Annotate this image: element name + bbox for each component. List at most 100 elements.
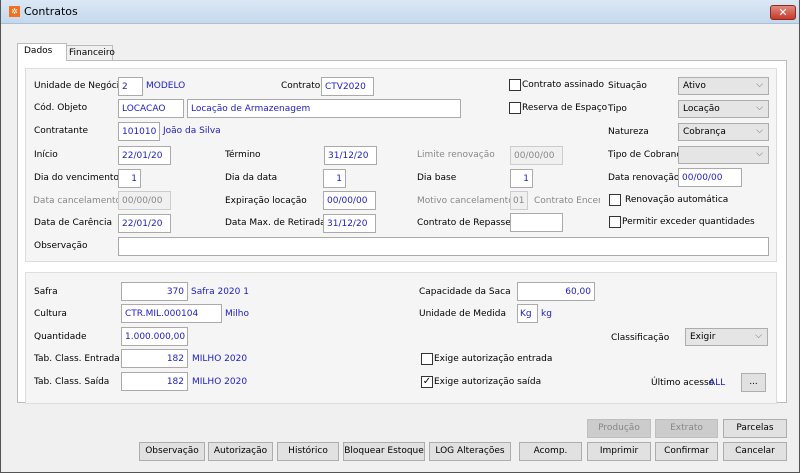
ultimo-acesso-value: ALL (709, 378, 726, 388)
checkmark-icon: ✓ (421, 376, 433, 388)
carencia-input[interactable]: 22/01/20 (118, 214, 171, 233)
producao-button[interactable]: Produção (587, 419, 651, 438)
limite-input: 00/00/00 (510, 146, 563, 165)
tipo-label: Tipo (608, 104, 627, 114)
unidade-medida-input[interactable]: Kg (517, 304, 538, 323)
saida-label: Tab. Class. Saída (34, 377, 110, 387)
cancelar-button[interactable]: Cancelar (723, 442, 787, 461)
carencia-label: Data de Carência (34, 218, 112, 228)
max-retirada-input[interactable]: 31/12/20 (323, 214, 376, 233)
data-cancel-input: 00/00/00 (118, 191, 171, 210)
close-button[interactable]: ✕ (770, 5, 796, 20)
termino-input[interactable]: 31/12/20 (324, 146, 377, 165)
contratante-label: Contratante (34, 126, 89, 136)
quantidade-label: Quantidade (34, 332, 87, 342)
saida-input[interactable]: 182 (121, 372, 188, 391)
contrato-assinado-checkbox[interactable]: Contrato assinado (509, 79, 604, 91)
reserva-checkbox[interactable]: Reserva de Espaço (509, 102, 607, 114)
quantidade-input[interactable]: 1.000.000,00 (121, 327, 188, 346)
dia-data-input[interactable]: 1 (323, 169, 346, 188)
aut-saida-checkbox[interactable]: ✓ Exige autorização saída (421, 376, 541, 388)
autorizacao-button[interactable]: Autorização (208, 442, 273, 461)
bloquear-estoque-button[interactable]: Bloquear Estoque (343, 442, 425, 461)
checkbox-label: Renovação automática (625, 195, 729, 205)
chevron-down-icon: ⌵ (755, 331, 762, 341)
checkbox-box (509, 102, 521, 114)
extrato-button[interactable]: Extrato (655, 419, 718, 438)
title-bar: ✲ Contratos ✕ (1, 0, 799, 24)
classificacao-select[interactable]: Exigir ⌵ (685, 328, 768, 346)
renovacao-automatica-checkbox[interactable]: Renovação automática (609, 194, 728, 206)
contrato-label: Contrato (281, 81, 321, 91)
natureza-value: Cobrança (683, 127, 726, 137)
safra-desc: Safra 2020 1 (191, 287, 249, 297)
contratante-input[interactable]: 101010 (118, 122, 160, 141)
contratos-window: ✲ Contratos ✕ Dados Financeiro Unidade d… (0, 0, 800, 473)
objeto-input[interactable]: LOCACAO (118, 99, 184, 118)
data-renov-input[interactable]: 00/00/00 (678, 168, 742, 187)
motivo-input: 01 (510, 191, 528, 210)
contrato-input[interactable]: CTV2020 (321, 77, 374, 96)
checkbox-label: Contrato assinado (522, 80, 604, 90)
max-retirada-label: Data Max. de Retirada (225, 218, 326, 228)
checkbox-label: Reserva de Espaço (522, 103, 608, 113)
parcelas-button[interactable]: Parcelas (723, 419, 787, 438)
unidade-desc: MODELO (146, 81, 186, 91)
inicio-label: Início (34, 150, 58, 160)
capacidade-input[interactable]: 60,00 (517, 282, 595, 301)
checkbox-box (609, 216, 621, 228)
log-alteracoes-button[interactable]: LOG Alterações (429, 442, 511, 461)
tipo-cobranca-select[interactable]: ⌵ (678, 146, 769, 164)
cultura-label: Cultura (34, 309, 67, 319)
chevron-down-icon: ⌵ (756, 80, 763, 90)
chevron-down-icon: ⌵ (756, 149, 763, 159)
saida-desc: MILHO 2020 (192, 377, 248, 387)
classificacao-value: Exigir (690, 332, 716, 342)
situacao-label: Situação (608, 81, 647, 91)
tab-dados[interactable]: Dados (17, 43, 67, 61)
obs-label: Observação (34, 241, 88, 251)
termino-label: Término (225, 150, 261, 160)
exceder-checkbox[interactable]: Permitir exceder quantidades (609, 216, 755, 228)
unidade-input[interactable]: 2 (118, 77, 143, 96)
objeto-label: Cód. Objeto (34, 103, 88, 113)
dia-base-input[interactable]: 1 (510, 169, 533, 188)
more-button[interactable]: ... (741, 373, 766, 392)
checkbox-label: Permitir exceder quantidades (622, 217, 755, 227)
imprimir-button[interactable]: Imprimir (587, 442, 651, 461)
checkbox-label: Exige autorização saída (434, 377, 542, 387)
unidade-medida-label: Unidade de Medida (419, 309, 506, 319)
unidade-medida-desc: kg (541, 309, 552, 319)
inicio-input[interactable]: 22/01/20 (118, 146, 171, 165)
cultura-input[interactable]: CTR.MIL.000104 (121, 304, 222, 323)
safra-input[interactable]: 370 (121, 282, 188, 301)
situacao-select[interactable]: Ativo ⌵ (678, 77, 769, 95)
tipo-cobranca-label: Tipo de Cobrança (608, 150, 687, 160)
historico-button[interactable]: Histórico (277, 442, 339, 461)
dia-venc-input[interactable]: 1 (118, 169, 141, 188)
window-title: Contratos (24, 5, 78, 18)
objeto-desc-input[interactable]: Locação de Armazenagem (187, 99, 461, 118)
entrada-input[interactable]: 182 (121, 349, 188, 368)
entrada-desc: MILHO 2020 (192, 354, 248, 364)
confirmar-button[interactable]: Confirmar (655, 442, 718, 461)
obs-input[interactable] (118, 237, 769, 256)
aut-entrada-checkbox[interactable]: Exige autorização entrada (421, 353, 552, 365)
checkbox-box (509, 79, 521, 91)
repasse-input[interactable] (510, 213, 563, 232)
data-cancel-label: Data cancelamento (33, 196, 122, 206)
ultimo-acesso-label: Último acesso (651, 378, 715, 388)
natureza-label: Natureza (608, 127, 649, 137)
checkbox-box (609, 194, 621, 206)
natureza-select[interactable]: Cobrança ⌵ (678, 123, 769, 141)
entrada-label: Tab. Class. Entrada (34, 354, 120, 364)
expiracao-input[interactable]: 00/00/00 (323, 191, 376, 210)
situacao-value: Ativo (683, 81, 706, 91)
acomp-button[interactable]: Acomp. (519, 442, 582, 461)
contratante-desc: João da Silva (163, 126, 221, 136)
tipo-select[interactable]: Locação ⌵ (678, 100, 769, 118)
observacao-button[interactable]: Observação (139, 442, 205, 461)
tab-financeiro[interactable]: Financeiro (66, 45, 115, 61)
capacidade-label: Capacidade da Saca (419, 287, 511, 297)
motivo-desc: Contrato Encerra (534, 196, 600, 206)
